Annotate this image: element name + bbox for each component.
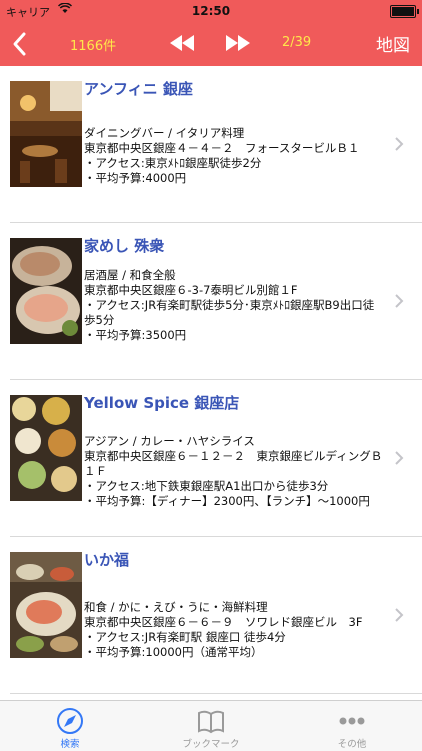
previous-page-button[interactable] (166, 31, 198, 55)
next-page-button[interactable] (222, 31, 254, 55)
fast-forward-icon (226, 35, 250, 51)
tab-search[interactable]: 検索 (0, 701, 140, 751)
more-icon (339, 717, 365, 725)
chevron-right-icon (395, 137, 404, 151)
restaurant-genre: 和食 / かに・えび・うに・海鮮料理 (84, 600, 268, 614)
tab-bar: 検索 ブックマーク その他 (0, 700, 422, 751)
chevron-right-icon (395, 451, 404, 465)
restaurant-budget: ・平均予算:4000円 (84, 171, 187, 185)
restaurant-address: 東京都中央区銀座６－６－９ ソワレド銀座ビル 3F (84, 615, 363, 629)
tab-label: ブックマーク (182, 739, 240, 750)
restaurant-genre: 居酒屋 / 和食全般 (84, 268, 176, 282)
tab-more[interactable]: その他 (282, 701, 422, 751)
restaurant-access: ・アクセス:東京ﾒﾄﾛ銀座駅徒歩2分 (84, 156, 262, 170)
restaurant-photo (10, 552, 82, 658)
restaurant-access: ・アクセス:JR有楽町駅徒歩5分･東京ﾒﾄﾛ銀座駅B9出口徒歩5分 (84, 298, 375, 327)
restaurant-name[interactable]: 家めし 殊衆 (84, 235, 164, 256)
restaurant-details: 和食 / かに・えび・うに・海鮮料理 東京都中央区銀座６－６－９ ソワレド銀座ビ… (84, 600, 384, 660)
list-item[interactable]: いか福 和食 / かに・えび・うに・海鮮料理 東京都中央区銀座６－６－９ ソワレ… (0, 537, 422, 700)
restaurant-details: ダイニングバー / イタリア料理 東京都中央区銀座４－４－２ フォースタービルＢ… (84, 126, 384, 186)
map-button[interactable]: 地図 (376, 31, 410, 56)
restaurant-genre: アジアン / カレー・ハヤシライス (84, 434, 255, 448)
tab-label: 検索 (60, 739, 80, 750)
status-bar: キャリア 12:50 (0, 0, 422, 22)
battery-icon (390, 5, 419, 18)
restaurant-details: アジアン / カレー・ハヤシライス 東京都中央区銀座６－１２－２ 東京銀座ビルデ… (84, 434, 384, 509)
compass-icon (57, 708, 83, 734)
restaurant-photo (10, 395, 82, 501)
restaurant-photo (10, 238, 82, 344)
divider (10, 693, 422, 694)
tab-label: その他 (337, 739, 367, 750)
restaurant-budget: ・平均予算:【ディナー】2300円、【ランチ】～1000円 (84, 494, 370, 508)
tab-bookmark[interactable]: ブックマーク (141, 701, 281, 751)
restaurant-list: アンフィニ 銀座 ダイニングバー / イタリア料理 東京都中央区銀座４－４－２ … (0, 66, 422, 700)
rewind-icon (170, 35, 194, 51)
restaurant-address: 東京都中央区銀座６－１２－２ 東京銀座ビルディングＢ１Ｆ (84, 449, 383, 478)
restaurant-address: 東京都中央区銀座４－４－２ フォースタービルＢ１ (84, 141, 360, 155)
result-count: 1166件 (70, 39, 117, 54)
list-item[interactable]: 家めし 殊衆 居酒屋 / 和食全般 東京都中央区銀座６-3-7泰明ビル別館１F … (0, 223, 422, 380)
page-indicator: 2/39 (282, 35, 312, 50)
restaurant-details: 居酒屋 / 和食全般 東京都中央区銀座６-3-7泰明ビル別館１F ・アクセス:J… (84, 268, 384, 343)
restaurant-budget: ・平均予算:3500円 (84, 328, 187, 342)
back-button[interactable] (6, 26, 36, 62)
navigation-bar: 1166件 2/39 地図 (0, 22, 422, 66)
restaurant-name[interactable]: いか福 (84, 549, 129, 570)
list-item[interactable]: アンフィニ 銀座 ダイニングバー / イタリア料理 東京都中央区銀座４－４－２ … (0, 66, 422, 223)
restaurant-address: 東京都中央区銀座６-3-7泰明ビル別館１F (84, 283, 298, 297)
book-icon (198, 710, 224, 734)
restaurant-access: ・アクセス:地下鉄東銀座駅A1出口から徒歩3分 (84, 479, 329, 493)
list-item[interactable]: Yellow Spice 銀座店 アジアン / カレー・ハヤシライス 東京都中央… (0, 380, 422, 537)
restaurant-name[interactable]: Yellow Spice 銀座店 (84, 392, 239, 413)
chevron-right-icon (395, 608, 404, 622)
restaurant-genre: ダイニングバー / イタリア料理 (84, 126, 245, 140)
chevron-right-icon (395, 294, 404, 308)
restaurant-photo (10, 81, 82, 187)
restaurant-name[interactable]: アンフィニ 銀座 (84, 78, 193, 99)
chevron-left-icon (13, 32, 26, 56)
clock: 12:50 (191, 4, 231, 18)
restaurant-budget: ・平均予算:10000円（通常平均） (84, 645, 263, 659)
restaurant-access: ・アクセス:JR有楽町駅 銀座口 徒歩4分 (84, 630, 286, 644)
